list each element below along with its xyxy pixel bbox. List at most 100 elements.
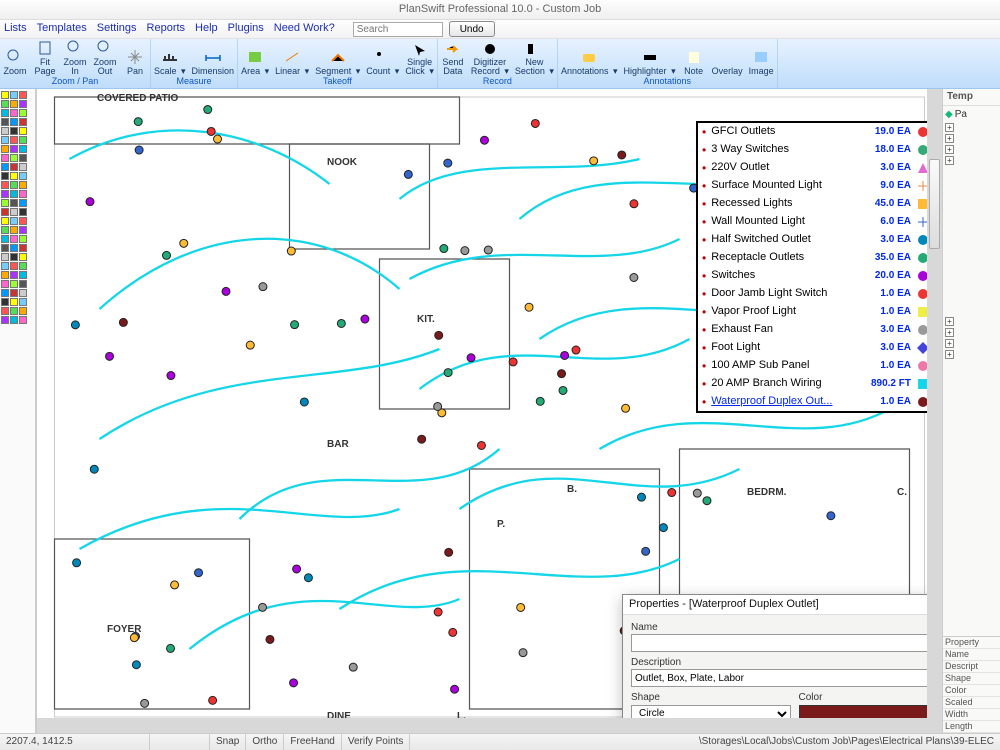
- undo-button[interactable]: Undo: [449, 21, 495, 37]
- legend-item[interactable]: • Exhaust Fan 3.0 EA: [698, 321, 934, 339]
- palette-swatch[interactable]: [19, 145, 27, 153]
- templates-tree[interactable]: ◆Pa + + + + + + + +: [943, 106, 1000, 636]
- palette-swatch[interactable]: [10, 289, 18, 297]
- name-field[interactable]: [631, 634, 937, 652]
- legend-item[interactable]: • Wall Mounted Light 6.0 EA: [698, 213, 934, 231]
- palette-swatch[interactable]: [10, 100, 18, 108]
- dimension-button[interactable]: Dimension: [189, 40, 238, 76]
- palette-swatch[interactable]: [10, 307, 18, 315]
- palette-swatch[interactable]: [19, 244, 27, 252]
- pan-button[interactable]: Pan: [120, 40, 150, 76]
- palette-swatch[interactable]: [19, 199, 27, 207]
- annotations-button[interactable]: Annotations ▾: [558, 40, 621, 76]
- palette-swatch[interactable]: [19, 280, 27, 288]
- palette-swatch[interactable]: [1, 307, 9, 315]
- dialog-title-bar[interactable]: Properties - [Waterproof Duplex Outlet] …: [623, 595, 942, 615]
- palette-swatch[interactable]: [10, 271, 18, 279]
- palette-swatch[interactable]: [1, 235, 9, 243]
- palette-swatch[interactable]: [19, 136, 27, 144]
- palette-swatch[interactable]: [1, 163, 9, 171]
- legend-item[interactable]: • Recessed Lights 45.0 EA: [698, 195, 934, 213]
- legend-item[interactable]: • Door Jamb Light Switch 1.0 EA: [698, 285, 934, 303]
- legend-item[interactable]: • Foot Light 3.0 EA: [698, 339, 934, 357]
- palette-swatch[interactable]: [10, 190, 18, 198]
- palette-swatch[interactable]: [1, 109, 9, 117]
- palette-swatch[interactable]: [10, 226, 18, 234]
- palette-swatch[interactable]: [10, 154, 18, 162]
- expand-icon[interactable]: +: [945, 134, 954, 143]
- menu-reports[interactable]: Reports: [147, 22, 186, 35]
- expand-icon[interactable]: +: [945, 123, 954, 132]
- palette-swatch[interactable]: [10, 316, 18, 324]
- templates-panel-header[interactable]: Temp: [943, 89, 1000, 106]
- newsection-button[interactable]: New Section ▾: [512, 40, 557, 76]
- palette-swatch[interactable]: [19, 127, 27, 135]
- palette-swatch[interactable]: [1, 280, 9, 288]
- palette-swatch[interactable]: [19, 253, 27, 261]
- palette-swatch[interactable]: [19, 235, 27, 243]
- palette-swatch[interactable]: [19, 289, 27, 297]
- menu-settings[interactable]: Settings: [97, 22, 137, 35]
- menu-help[interactable]: Help: [195, 22, 218, 35]
- expand-icon[interactable]: +: [945, 145, 954, 154]
- vertical-scrollbar[interactable]: [927, 89, 942, 718]
- palette-swatch[interactable]: [19, 163, 27, 171]
- palette-swatch[interactable]: [1, 199, 9, 207]
- fitpage-button[interactable]: Fit Page: [30, 40, 60, 76]
- palette-swatch[interactable]: [10, 262, 18, 270]
- legend-item[interactable]: • Surface Mounted Light 9.0 EA: [698, 177, 934, 195]
- palette-swatch[interactable]: [10, 253, 18, 261]
- palette-swatch[interactable]: [10, 91, 18, 99]
- palette-swatch[interactable]: [10, 172, 18, 180]
- legend-item[interactable]: • Waterproof Duplex Out... 1.0 EA: [698, 393, 934, 411]
- palette-swatch[interactable]: [19, 181, 27, 189]
- legend-item[interactable]: • Vapor Proof Light 1.0 EA: [698, 303, 934, 321]
- palette-swatch[interactable]: [1, 91, 9, 99]
- palette-swatch[interactable]: [10, 181, 18, 189]
- search-input[interactable]: [353, 22, 443, 37]
- palette-swatch[interactable]: [1, 262, 9, 270]
- palette-swatch[interactable]: [10, 118, 18, 126]
- palette-swatch[interactable]: [19, 307, 27, 315]
- palette-swatch[interactable]: [1, 244, 9, 252]
- palette-swatch[interactable]: [19, 262, 27, 270]
- menu-templates[interactable]: Templates: [37, 22, 87, 35]
- palette-swatch[interactable]: [1, 127, 9, 135]
- palette-swatch[interactable]: [1, 271, 9, 279]
- digitizer-button[interactable]: Digitizer Record ▾: [468, 40, 512, 76]
- description-field[interactable]: [631, 669, 937, 687]
- segment-button[interactable]: Segment ▾: [312, 40, 363, 76]
- expand-icon[interactable]: +: [945, 156, 954, 165]
- palette-swatch[interactable]: [1, 172, 9, 180]
- legend-panel[interactable]: • GFCI Outlets 19.0 EA • 3 Way Switches …: [696, 121, 936, 413]
- menu-lists[interactable]: Lists: [4, 22, 27, 35]
- palette-swatch[interactable]: [10, 217, 18, 225]
- palette-swatch[interactable]: [19, 271, 27, 279]
- expand-icon[interactable]: +: [945, 350, 954, 359]
- scale-button[interactable]: Scale ▾: [151, 40, 189, 76]
- palette-swatch[interactable]: [1, 298, 9, 306]
- palette-swatch[interactable]: [10, 235, 18, 243]
- legend-item[interactable]: • 100 AMP Sub Panel 1.0 EA: [698, 357, 934, 375]
- palette-swatch[interactable]: [1, 289, 9, 297]
- count-button[interactable]: Count ▾: [363, 40, 402, 76]
- status-toggle-verifypoints[interactable]: Verify Points: [342, 734, 411, 750]
- legend-item[interactable]: • 220V Outlet 3.0 EA: [698, 159, 934, 177]
- property-grid[interactable]: PropertyNameDescriptShapeColorScaledWidt…: [943, 636, 1000, 733]
- drawing-canvas[interactable]: COVERED PATIO NOOK KIT. BAR B. P. BEDRM.…: [36, 89, 942, 733]
- palette-swatch[interactable]: [10, 109, 18, 117]
- palette-swatch[interactable]: [10, 199, 18, 207]
- legend-item[interactable]: • Switches 20.0 EA: [698, 267, 934, 285]
- palette-swatch[interactable]: [1, 154, 9, 162]
- palette-swatch[interactable]: [10, 208, 18, 216]
- palette-swatch[interactable]: [19, 109, 27, 117]
- expand-icon[interactable]: +: [945, 328, 954, 337]
- palette-swatch[interactable]: [1, 208, 9, 216]
- menu-plugins[interactable]: Plugins: [228, 22, 264, 35]
- palette-swatch[interactable]: [19, 226, 27, 234]
- palette-swatch[interactable]: [10, 244, 18, 252]
- palette-swatch[interactable]: [19, 298, 27, 306]
- palette-swatch[interactable]: [19, 190, 27, 198]
- palette-swatch[interactable]: [1, 100, 9, 108]
- horizontal-scrollbar[interactable]: [37, 718, 927, 733]
